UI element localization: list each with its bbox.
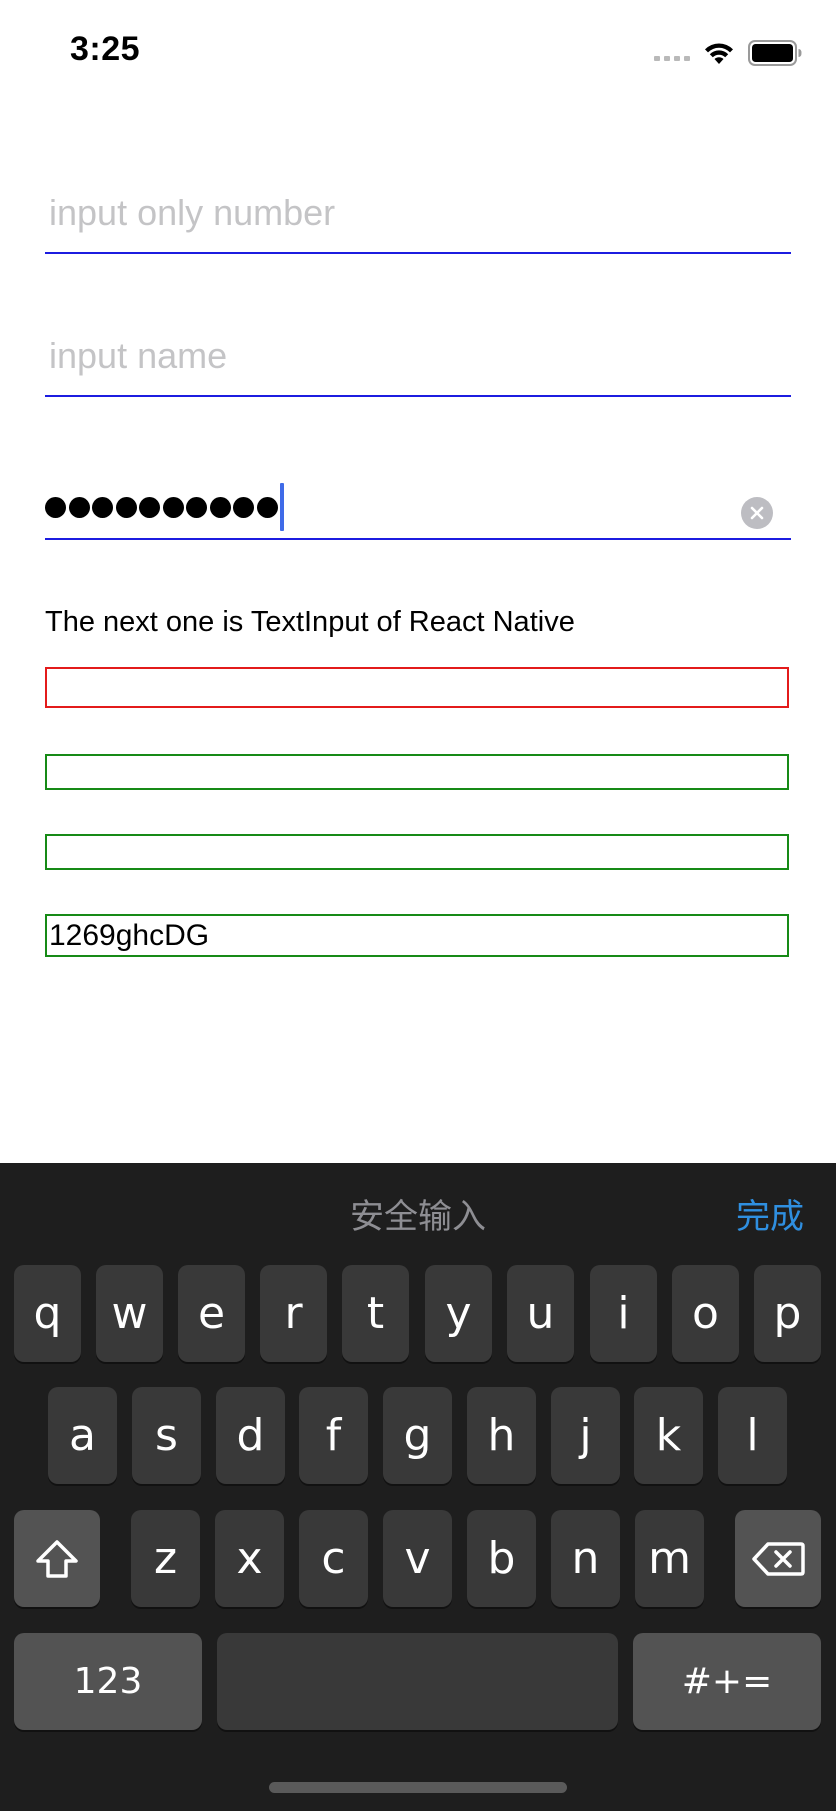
key-j[interactable]: j — [551, 1387, 620, 1484]
password-dot — [186, 496, 207, 518]
key-d[interactable]: d — [216, 1387, 285, 1484]
clear-button[interactable] — [741, 497, 773, 529]
rn-text-input-3[interactable] — [45, 834, 789, 870]
rn-text-input-2[interactable] — [45, 754, 789, 790]
password-masked-value — [45, 483, 284, 531]
status-icons — [654, 36, 802, 70]
key-x[interactable]: x — [215, 1510, 284, 1607]
key-l[interactable]: l — [718, 1387, 787, 1484]
key-s[interactable]: s — [132, 1387, 201, 1484]
key-g[interactable]: g — [383, 1387, 452, 1484]
password-dot — [45, 496, 66, 518]
backspace-icon — [752, 1541, 805, 1576]
rn-text-input-1[interactable] — [45, 667, 789, 708]
key-z[interactable]: z — [131, 1510, 200, 1607]
key-w[interactable]: w — [96, 1265, 163, 1362]
clear-icon — [750, 506, 764, 520]
password-dot — [92, 496, 113, 518]
name-input[interactable]: input name — [45, 315, 791, 397]
key-q[interactable]: q — [14, 1265, 81, 1362]
name-input-placeholder: input name — [49, 335, 228, 376]
text-caret — [280, 483, 284, 531]
done-button[interactable]: 完成 — [736, 1189, 804, 1238]
key-i[interactable]: i — [590, 1265, 657, 1362]
secure-keyboard: 安全输入 完成 q w e r t y u i o p a s d f g h … — [0, 1163, 836, 1811]
password-dot — [68, 496, 90, 518]
rn-text-input-4-value: 1269ghcDG — [49, 919, 210, 952]
number-input[interactable]: input only number — [45, 172, 791, 254]
key-a[interactable]: a — [48, 1387, 117, 1484]
key-f[interactable]: f — [299, 1387, 368, 1484]
space-key[interactable] — [217, 1633, 618, 1730]
key-u[interactable]: u — [507, 1265, 574, 1362]
backspace-key[interactable] — [735, 1510, 821, 1607]
key-o[interactable]: o — [672, 1265, 739, 1362]
status-bar: 3:25 — [0, 0, 836, 100]
password-dot — [256, 496, 278, 518]
key-t[interactable]: t — [342, 1265, 409, 1362]
key-y[interactable]: y — [425, 1265, 492, 1362]
wifi-icon — [705, 43, 733, 64]
password-dot — [139, 496, 160, 518]
status-time: 3:25 — [70, 30, 141, 68]
password-dot — [115, 496, 137, 518]
password-dot — [162, 496, 184, 518]
symbols-key[interactable]: #+= — [633, 1633, 821, 1730]
number-input-placeholder: input only number — [49, 192, 336, 233]
password-dot — [209, 496, 231, 518]
key-b[interactable]: b — [467, 1510, 536, 1607]
key-n[interactable]: n — [551, 1510, 620, 1607]
battery-icon — [748, 40, 802, 66]
password-dot — [233, 496, 254, 518]
key-r[interactable]: r — [260, 1265, 327, 1362]
key-c[interactable]: c — [299, 1510, 368, 1607]
key-k[interactable]: k — [634, 1387, 703, 1484]
key-h[interactable]: h — [467, 1387, 536, 1484]
key-v[interactable]: v — [383, 1510, 452, 1607]
shift-key[interactable] — [14, 1510, 100, 1607]
cellular-signal-icon — [654, 55, 690, 61]
keyboard-title: 安全输入 — [350, 1197, 486, 1237]
key-e[interactable]: e — [178, 1265, 245, 1362]
home-indicator[interactable] — [269, 1782, 567, 1793]
key-p[interactable]: p — [754, 1265, 821, 1362]
rn-section-label: The next one is TextInput of React Nativ… — [45, 606, 575, 638]
password-input[interactable] — [45, 458, 791, 540]
rn-text-input-4[interactable]: 1269ghcDG — [45, 914, 789, 957]
shift-icon — [36, 1539, 78, 1578]
numbers-key[interactable]: 123 — [14, 1633, 202, 1730]
key-m[interactable]: m — [635, 1510, 704, 1607]
